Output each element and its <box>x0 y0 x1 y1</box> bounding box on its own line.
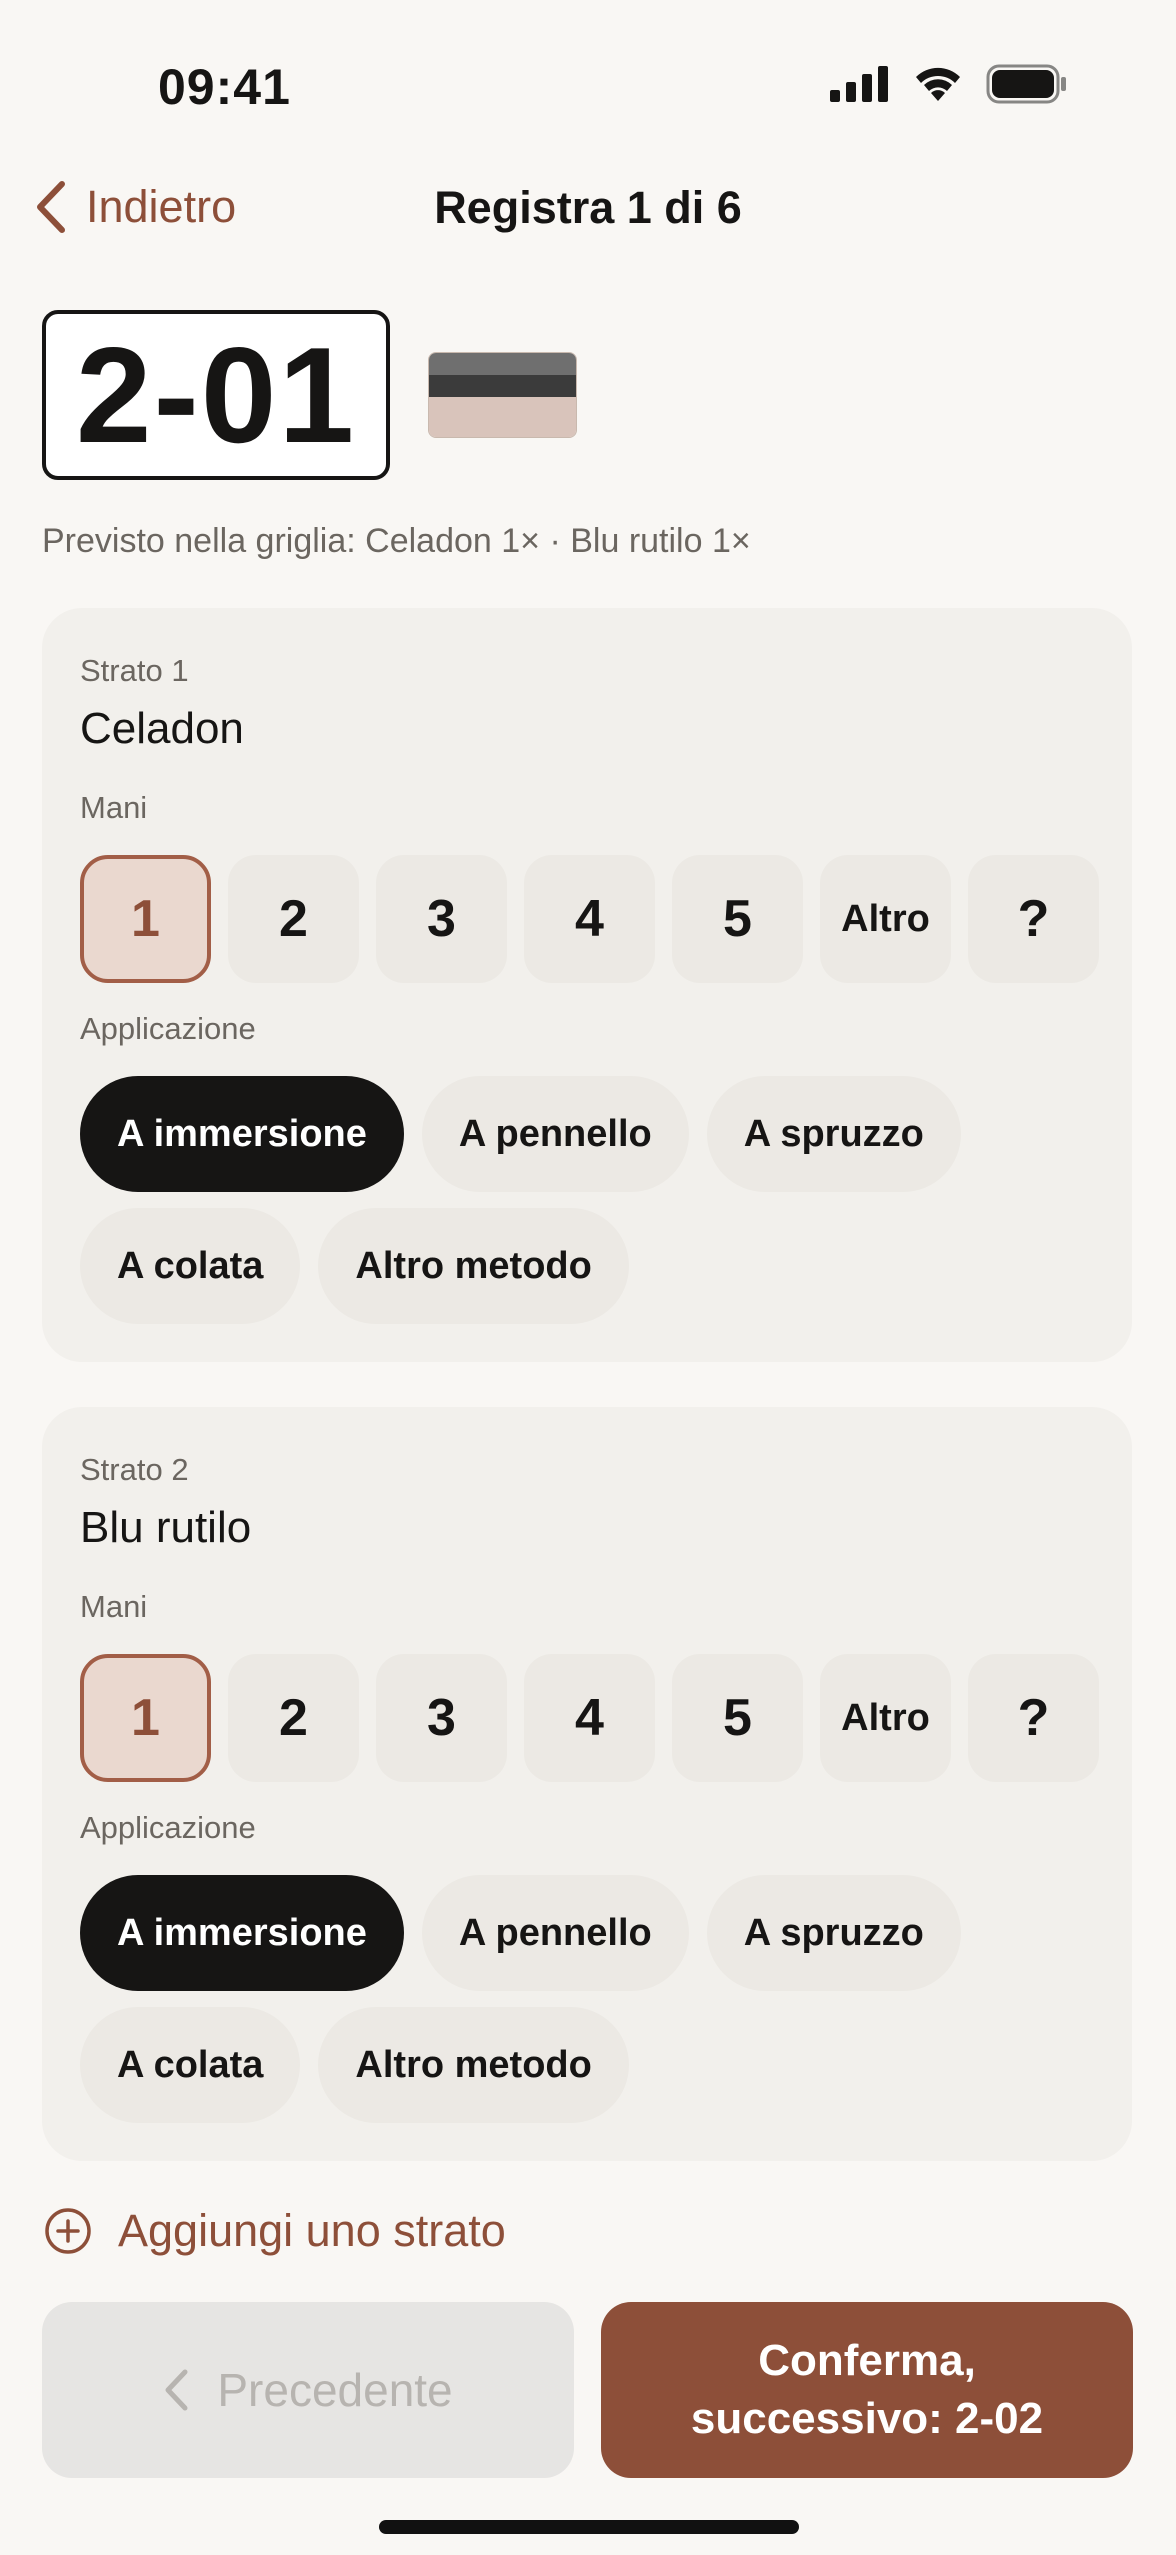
cellular-signal-icon <box>830 66 888 102</box>
confirm-next-line2: successivo: 2-02 <box>690 2394 1044 2443</box>
application-option[interactable]: A colata <box>80 2007 301 2123</box>
confirm-next-button[interactable]: Conferma, successivo: 2-02 <box>601 2302 1133 2478</box>
previous-label: Precedente <box>217 2364 453 2416</box>
coats-label: Mani <box>80 790 148 825</box>
status-bar: 09:41 <box>0 0 1176 170</box>
wifi-icon <box>916 67 960 101</box>
coat-option[interactable]: Altro <box>820 855 951 983</box>
nav-bar: Indietro Registra 1 di 6 <box>0 170 1176 250</box>
application-label: Applicazione <box>80 1011 256 1046</box>
swatch-band-top <box>429 353 576 375</box>
application-label: Applicazione <box>80 1810 256 1845</box>
battery-icon <box>986 64 1066 104</box>
status-icons <box>830 64 1068 104</box>
application-selector: A immersione A pennello A spruzzo A colata A… <box>80 1875 1100 2123</box>
glaze-swatch <box>428 352 577 438</box>
application-option[interactable]: A immersione <box>80 1875 404 1991</box>
application-option[interactable]: A pennello <box>421 1076 689 1192</box>
item-code-box: 2-01 <box>42 310 390 480</box>
layer-card: Strato 1 Celadon Mani 1 2 3 4 5 Altro? Applic… <box>42 608 1132 1362</box>
coat-option[interactable]: 5 <box>672 855 803 983</box>
application-option[interactable]: A pennello <box>421 1875 689 1991</box>
application-option[interactable]: A colata <box>80 1208 301 1324</box>
application-option[interactable]: Altro metodo <box>318 2007 629 2123</box>
application-selector: A immersione A pennello A spruzzo A colata A… <box>80 1076 1100 1324</box>
coat-option[interactable]: 1 <box>80 855 211 983</box>
coat-option[interactable]: ? <box>968 1654 1099 1782</box>
coat-option[interactable]: Altro <box>820 1654 951 1782</box>
application-option[interactable]: A immersione <box>80 1076 404 1192</box>
plus-circle-icon <box>45 2208 91 2254</box>
status-time: 09:41 <box>158 59 291 115</box>
page-title: Registra 1 di 6 <box>434 182 742 233</box>
swatch-band-bottom <box>429 397 576 437</box>
item-code: 2-01 <box>75 319 357 471</box>
layer-label: Strato 1 <box>80 653 189 688</box>
home-indicator <box>379 2520 799 2534</box>
coats-selector: 1 2 3 4 5 Altro? <box>80 855 1099 983</box>
coat-option[interactable]: 1 <box>80 1654 211 1782</box>
confirm-next-line1: Conferma, <box>758 2336 976 2385</box>
coat-option[interactable]: 4 <box>524 855 655 983</box>
coat-option[interactable]: 2 <box>228 1654 359 1782</box>
swatch-band-middle <box>429 375 576 397</box>
application-option[interactable]: Altro metodo <box>318 1208 629 1324</box>
coat-option[interactable]: 3 <box>376 855 507 983</box>
layer-label: Strato 2 <box>80 1452 189 1487</box>
add-layer-label: Aggiungi uno strato <box>118 2205 506 2256</box>
layer-card: Strato 2 Blu rutilo Mani 1 2 3 4 5 Altro? App… <box>42 1407 1132 2161</box>
coats-selector: 1 2 3 4 5 Altro? <box>80 1654 1099 1782</box>
add-layer-button[interactable]: Aggiungi uno strato <box>44 2205 506 2257</box>
application-option[interactable]: A spruzzo <box>706 1076 961 1192</box>
application-option[interactable]: A spruzzo <box>706 1875 961 1991</box>
chevron-left-icon <box>165 2369 188 2411</box>
coats-label: Mani <box>80 1589 148 1624</box>
expected-grid-text: Previsto nella griglia: Celadon 1× · Blu… <box>42 522 751 560</box>
layer-name: Blu rutilo <box>80 1503 252 1552</box>
coat-option[interactable]: 2 <box>228 855 359 983</box>
coat-option[interactable]: ? <box>968 855 1099 983</box>
coat-option[interactable]: 5 <box>672 1654 803 1782</box>
coat-option[interactable]: 4 <box>524 1654 655 1782</box>
layer-name: Celadon <box>80 704 244 753</box>
previous-button[interactable]: Precedente <box>42 2302 574 2478</box>
coat-option[interactable]: 3 <box>376 1654 507 1782</box>
